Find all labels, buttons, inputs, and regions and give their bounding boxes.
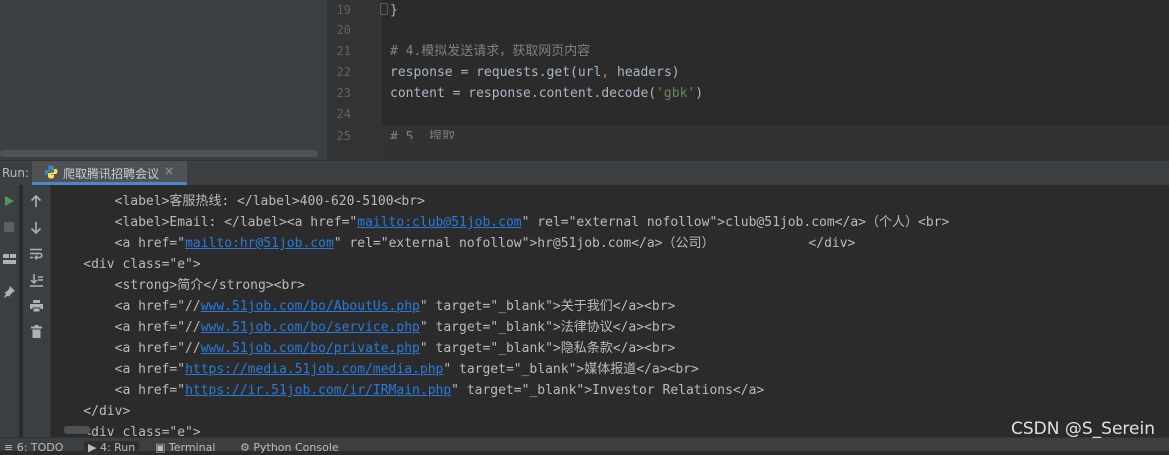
trash-icon[interactable] [27,322,45,340]
run-tool-tab[interactable]: ▶ 4: Run [84,441,140,455]
project-pane [0,0,327,160]
code-line-19: } [390,0,398,21]
console-text: " target="_blank">Investor Relations</a> [451,383,765,398]
code-token: = [452,65,477,80]
run-console-output[interactable]: . . <label>客服热线: </label>400-620-5100<br… [52,185,1169,437]
console-horizontal-scrollbar[interactable] [64,426,90,434]
console-text: " target="_blank">媒体报道</a><br> [443,362,699,377]
layout-icon[interactable] [0,250,18,268]
console-line: </div> [52,404,131,419]
console-link[interactable]: https://media.51job.com/media.php [185,362,443,377]
console-line: <a href="https://media.51job.com/media.p… [52,359,699,380]
arrow-down-icon[interactable] [27,218,45,236]
console-line: <a href="//www.51job.com/bo/private.php"… [52,338,676,359]
code-line-23: content = response.content.decode('gbk') [390,83,703,104]
console-link[interactable]: www.51job.com/bo/service.php [201,320,420,335]
console-text: <a href="// [52,320,201,335]
project-horizontal-scrollbar[interactable] [0,150,318,157]
code-lines[interactable]: } # 4.模拟发送请求，获取网页内容 response = requests.… [390,0,1169,160]
soft-wrap-icon[interactable] [27,245,45,263]
closing-brace: } [390,3,398,18]
console-text: <label>Email: </label><a href=" [52,215,358,230]
console-text: <a href=" [52,383,186,398]
fold-marker-icon[interactable] [380,3,388,15]
comment-text: # 4.模拟发送请求，获取网页内容 [390,44,591,59]
console-text: <a href=" [52,236,186,251]
line-number: 21 [336,44,351,58]
code-line-25: # 5. 提取 [390,125,455,139]
console-link[interactable]: www.51job.com/bo/private.php [201,341,420,356]
print-icon[interactable] [27,297,45,315]
python-icon [44,165,58,179]
console-line: <strong>简介</strong><br> [52,278,305,293]
line-number: 22 [336,65,351,79]
code-line-22: response = requests.get(url, headers) [390,62,680,83]
code-token: ) [695,86,704,101]
run-configuration-tab[interactable]: 爬取腾讯招聘会议 × [32,161,187,185]
console-text: <a href="// [52,341,201,356]
stop-icon[interactable] [0,218,18,236]
code-token: response [390,65,453,80]
string-literal: 'gbk' [656,86,696,101]
console-link[interactable]: mailto:club@51job.com [357,215,521,230]
run-label: Run: [2,166,30,180]
line-number: 25 [336,129,351,143]
code-line-21: # 4.模拟发送请求，获取网页内容 [390,41,590,62]
arrow-up-icon[interactable] [27,192,45,210]
console-line: <a href="https://ir.51job.com/ir/IRMain.… [52,380,765,401]
console-line: <div class="e"> [52,257,201,272]
rerun-icon[interactable] [0,192,18,210]
line-number: 24 [336,107,351,121]
console-link[interactable]: mailto:hr@51job.com [185,236,334,251]
console-link[interactable]: www.51job.com/bo/AboutUs.php [201,299,420,314]
run-tool-window-header: Run: 爬取腾讯招聘会议 × [0,160,1169,185]
run-toolbar-secondary [23,185,51,437]
terminal-tab[interactable]: ▣ Terminal [155,441,215,455]
console-text: <a href="// [52,299,201,314]
console-line: <a href="//www.51job.com/bo/service.php"… [52,317,676,338]
console-text: " target="_blank">隐私条款</a><br> [419,341,676,356]
console-link[interactable]: https://ir.51job.com/ir/IRMain.php [185,383,451,398]
console-text: <a href=" [52,362,186,377]
code-token: , [601,65,610,80]
scroll-to-end-icon[interactable] [27,271,45,289]
console-text: " target="_blank">关于我们</a><br> [419,299,676,314]
csdn-watermark: CSDN @S_Serein [1011,419,1155,439]
console-text: " rel="external nofollow">club@51job.com… [521,215,950,230]
line-number: 19 [336,3,351,17]
line-number: 20 [336,23,351,37]
run-tab-label: 爬取腾讯招聘会议 [63,167,160,181]
tool-window-bar: ≡ 6: TODO ▶ 4: Run ▣ Terminal ⚙ Python C… [0,437,1169,455]
code-token: headers) [609,65,680,80]
line-number: 23 [336,86,351,100]
console-line: <label>客服热线: </label>400-620-5100<br> [52,194,425,209]
code-editor[interactable]: 19 20 21 22 23 24 25 } # 4.模拟发送请求，获取网页内容… [0,0,1169,160]
todo-tab[interactable]: ≡ 6: TODO [4,441,63,455]
comment-text: # 5. 提取 [390,130,456,139]
run-toolbar-primary [0,185,19,437]
python-console-tab[interactable]: ⚙ Python Console [240,441,339,455]
console-line: <a href="//www.51job.com/bo/AboutUs.php"… [52,296,676,317]
code-token: requests.get(url [476,65,602,80]
close-tab-icon[interactable]: × [164,164,174,178]
code-token: content = response.content.decode( [390,86,657,101]
console-text: " target="_blank">法律协议</a><br> [419,320,676,335]
console-text: " rel="external nofollow">hr@51job.com</… [333,236,856,251]
pin-icon[interactable] [0,283,18,301]
console-line: <label>Email: </label><a href="mailto:cl… [52,212,950,233]
console-line: <a href="mailto:hr@51job.com" rel="exter… [52,233,856,254]
